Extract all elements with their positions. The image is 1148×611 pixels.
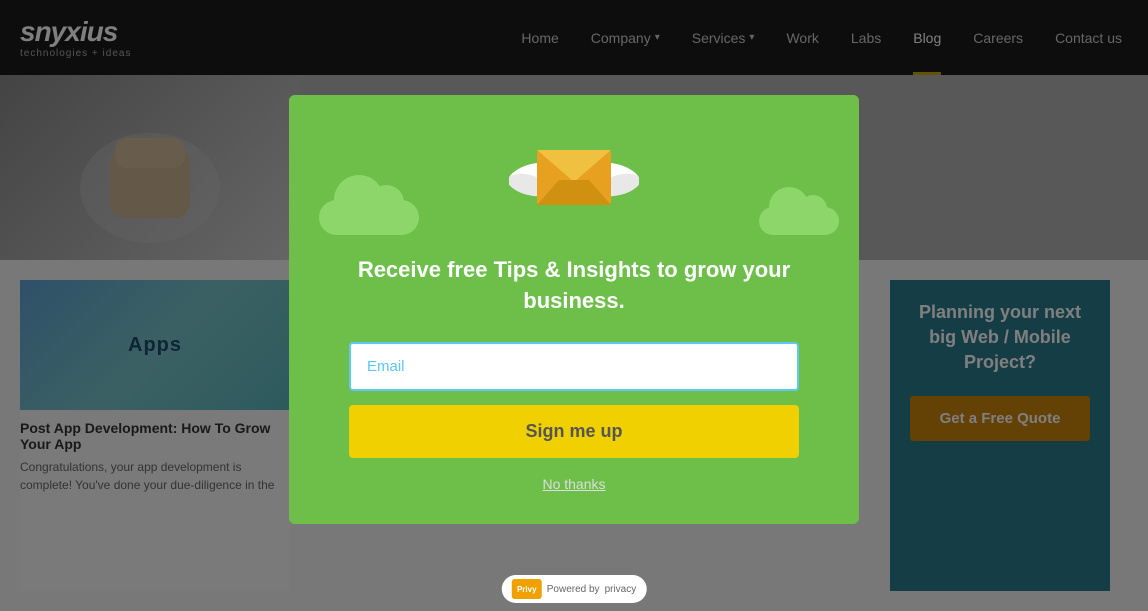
envelope-svg xyxy=(509,120,639,230)
privy-powered-label: Powered by xyxy=(547,584,600,595)
modal-header xyxy=(289,95,859,255)
modal-body: Receive free Tips & Insights to grow you… xyxy=(289,255,859,494)
privy-privacy-label: privacy xyxy=(605,584,637,595)
cloud-right-decoration xyxy=(759,207,839,235)
cloud-left-decoration xyxy=(319,200,419,235)
email-input[interactable] xyxy=(349,342,799,391)
privy-logo: Privy xyxy=(512,579,542,599)
privy-badge: Privy Powered by privacy xyxy=(502,575,647,603)
envelope-illustration xyxy=(509,120,639,235)
signup-button[interactable]: Sign me up xyxy=(349,405,799,458)
no-thanks-link[interactable]: No thanks xyxy=(542,476,605,492)
email-signup-modal: × Receive free Tips & Insig xyxy=(289,95,859,524)
modal-title: Receive free Tips & Insights to grow you… xyxy=(349,255,799,317)
